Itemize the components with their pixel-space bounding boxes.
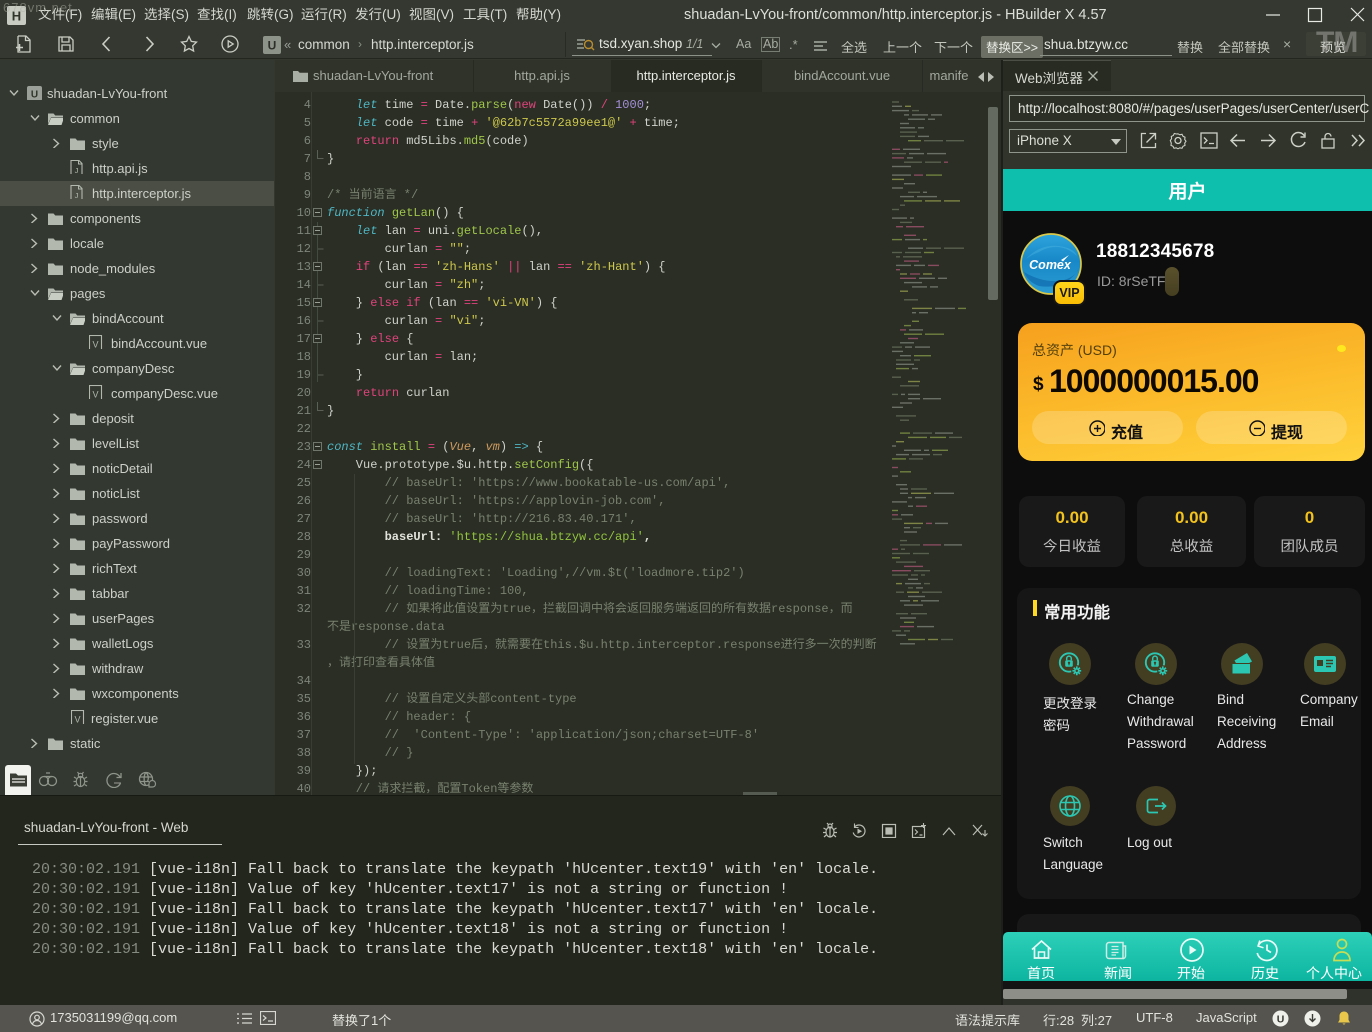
svg-text:V: V: [92, 339, 98, 349]
svg-text:J: J: [75, 166, 79, 174]
svg-text:U: U: [268, 39, 277, 53]
svg-text:J: J: [75, 191, 79, 199]
svg-text:U: U: [31, 89, 38, 100]
svg-text:U: U: [1277, 1014, 1285, 1026]
svg-text:Comex: Comex: [1029, 258, 1072, 272]
svg-text:V: V: [74, 714, 80, 724]
svg-text:V: V: [92, 389, 98, 399]
